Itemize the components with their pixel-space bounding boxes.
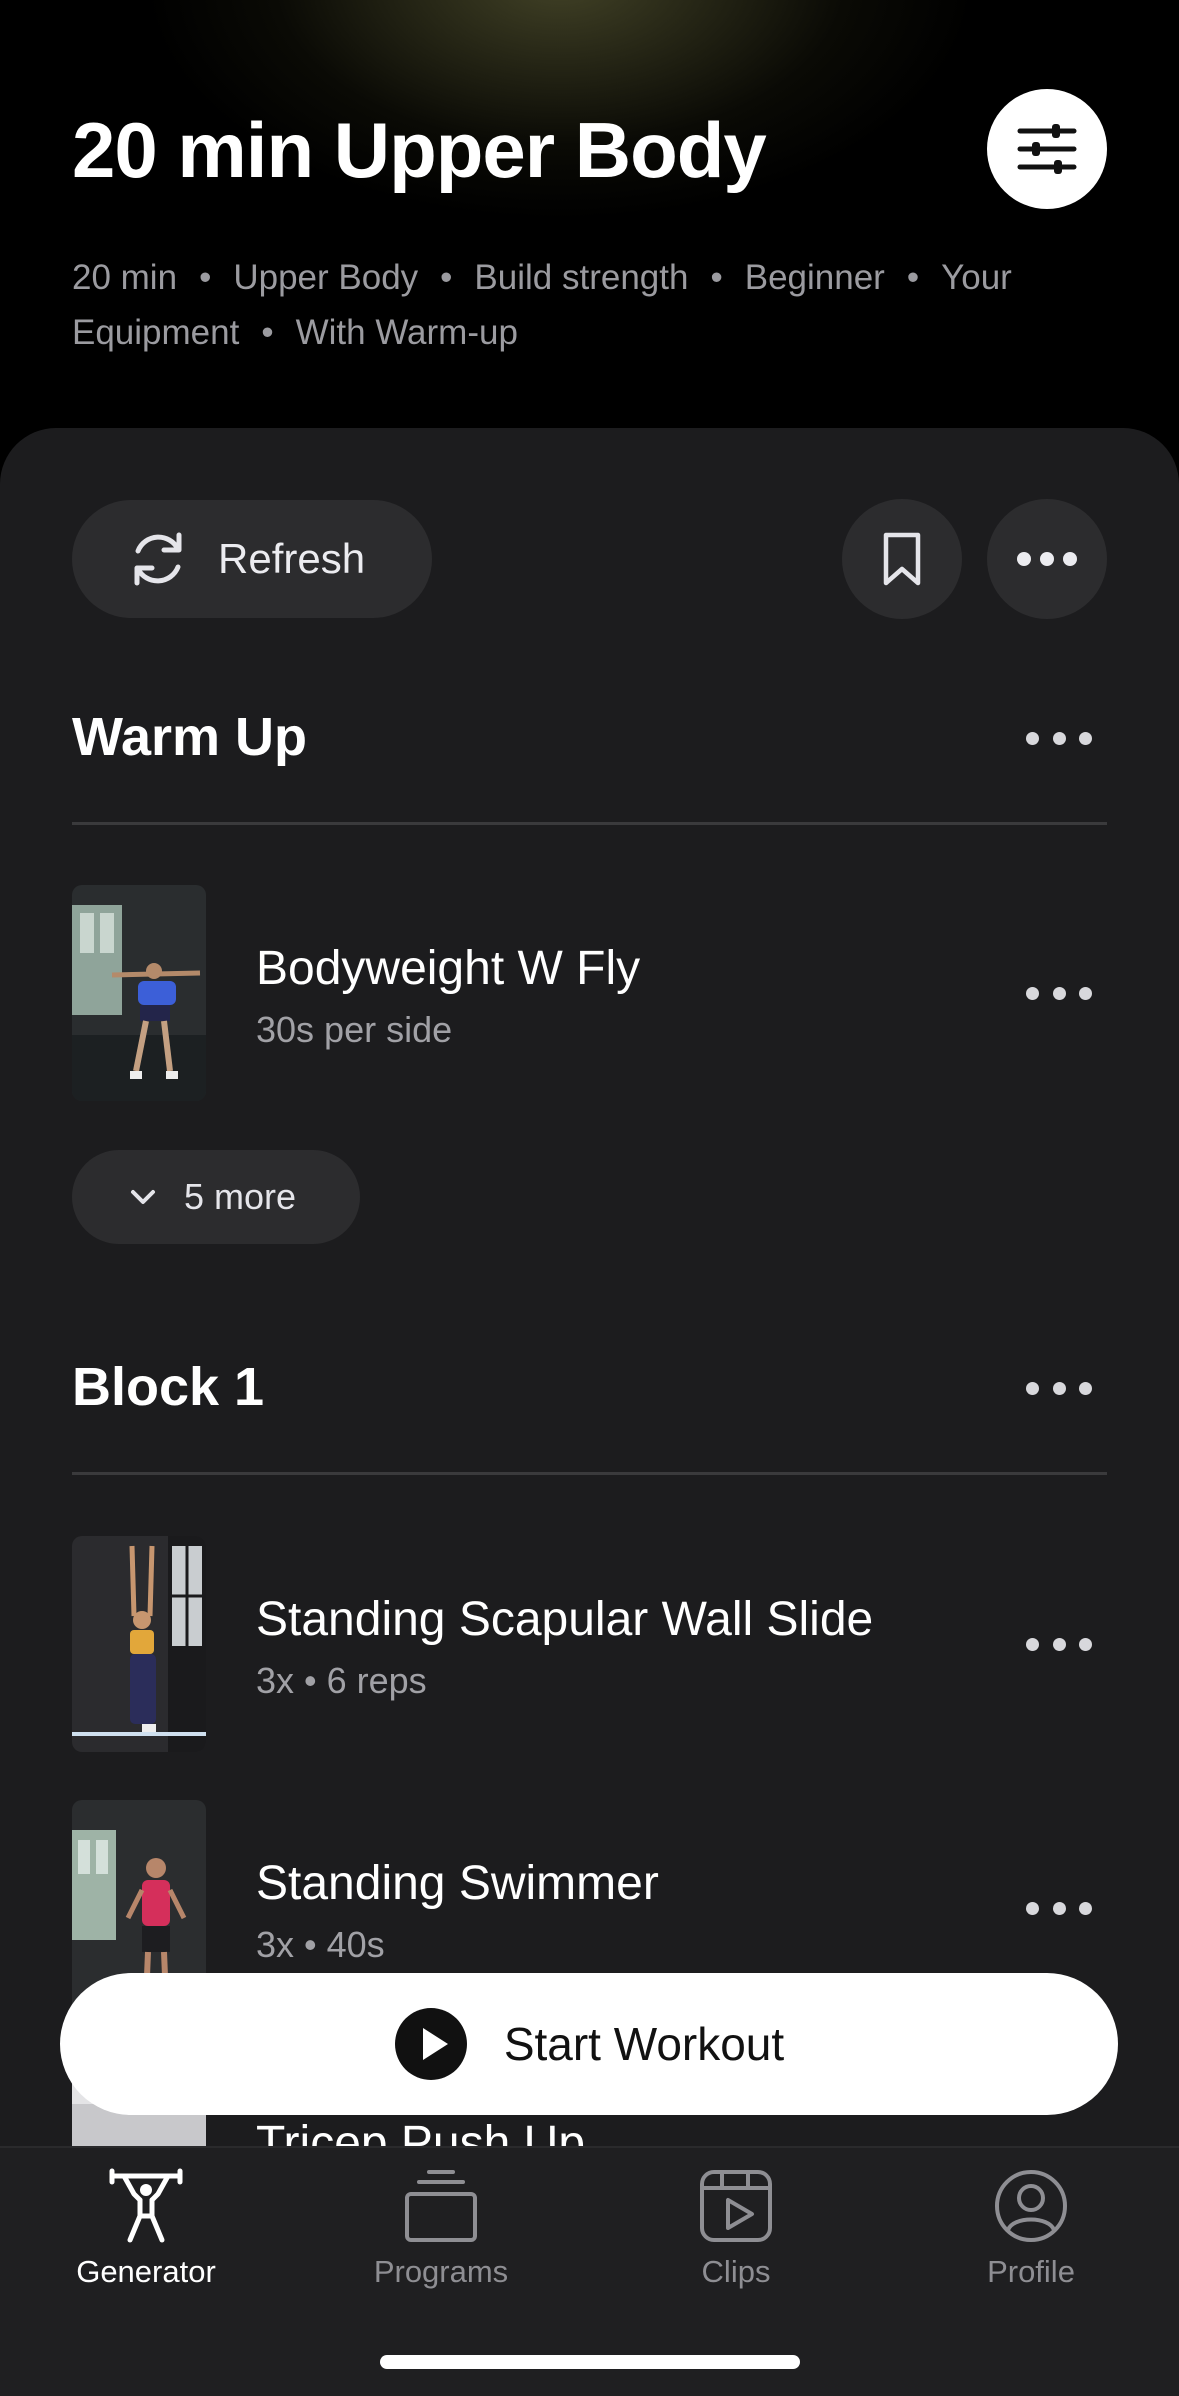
exercise-options-button[interactable] [1018, 1624, 1100, 1664]
tab-label: Generator [76, 2254, 216, 2289]
tab-label: Clips [701, 2254, 771, 2289]
exercise-name: Standing Scapular Wall Slide [256, 1593, 874, 1646]
exercise-thumbnail [72, 885, 206, 1101]
person-circle-icon [995, 2170, 1067, 2242]
dot [1079, 1637, 1092, 1651]
start-workout-button[interactable]: Start Workout [60, 1973, 1118, 2115]
filter-button[interactable] [987, 89, 1107, 209]
exercise-row[interactable]: Bodyweight W Fly 30s per side [0, 885, 1179, 1101]
exercise-meta: 30s per side [256, 1009, 453, 1050]
dot [1052, 731, 1066, 745]
start-workout-label: Start Workout [503, 2018, 785, 2070]
weightlifter-icon [109, 2168, 183, 2243]
workout-tags: 20 min • Upper Body • Build strength • Beginne… [72, 258, 1012, 352]
dot [1079, 731, 1092, 745]
dot [1026, 1901, 1039, 1915]
exercise-name: Standing Swimmer [256, 1857, 659, 1910]
tab-profile[interactable]: Profile [921, 2168, 1141, 2298]
exercise-options-button[interactable] [1018, 973, 1100, 1013]
dot [1026, 731, 1039, 745]
stack-icon [405, 2170, 477, 2242]
more-horizontal-icon [1017, 552, 1077, 566]
dot [1052, 986, 1066, 1000]
exercise-name: Tricep Push Up [256, 2117, 586, 2148]
bookmark-icon [883, 532, 921, 586]
tab-generator[interactable]: Generator [36, 2168, 256, 2298]
dot [1026, 1381, 1039, 1395]
exercise-options-button[interactable] [1018, 1888, 1100, 1928]
chevron-down-icon [131, 1190, 155, 1204]
dot [1052, 1637, 1066, 1651]
exercise-name: Bodyweight W Fly [256, 942, 641, 995]
play-circle-icon [394, 2008, 467, 2080]
block1-options-button[interactable] [1018, 1368, 1100, 1408]
section-title-warmup: Warm Up [72, 707, 308, 767]
tag: Upper Body [233, 258, 419, 297]
divider [72, 822, 1107, 825]
exercise-meta: 3x • 6 reps [256, 1660, 427, 1701]
tab-label: Programs [373, 2254, 509, 2289]
page-title: 20 min Upper Body [72, 106, 767, 194]
exercise-thumbnail [72, 1536, 206, 1752]
tag: Build strength [474, 258, 689, 297]
refresh-button[interactable]: Refresh [72, 500, 432, 618]
tag: With Warm-up [295, 313, 518, 352]
tab-label: Profile [987, 2254, 1075, 2289]
dot [1026, 1637, 1039, 1651]
sliders-icon [1017, 124, 1077, 174]
play-square-icon [700, 2170, 772, 2242]
section-title-block1: Block 1 [72, 1357, 265, 1417]
bookmark-button[interactable] [842, 499, 962, 619]
more-options-button[interactable] [987, 499, 1107, 619]
show-more-button[interactable]: 5 more [72, 1150, 360, 1244]
tab-programs[interactable]: Programs [331, 2168, 551, 2298]
tab-clips[interactable]: Clips [626, 2168, 846, 2298]
divider [72, 1472, 1107, 1475]
dot [1079, 1901, 1092, 1915]
dot [1052, 1381, 1066, 1395]
dot [1026, 986, 1039, 1000]
refresh-icon [134, 532, 182, 586]
exercise-row[interactable]: Standing Scapular Wall Slide 3x • 6 reps [0, 1536, 1179, 1752]
tag: 20 min [72, 258, 178, 297]
show-more-label: 5 more [184, 1176, 297, 1217]
warmup-options-button[interactable] [1018, 718, 1100, 758]
header: 20 min Upper Body 20 min • Upper Body • Buil… [0, 0, 1179, 430]
dot [1052, 1901, 1066, 1915]
exercise-meta: 3x • 40s [256, 1924, 385, 1965]
refresh-label: Refresh [218, 535, 366, 582]
dot [1079, 986, 1092, 1000]
dot [1079, 1381, 1092, 1395]
home-indicator [380, 2355, 800, 2369]
tag: Beginner [744, 258, 885, 297]
